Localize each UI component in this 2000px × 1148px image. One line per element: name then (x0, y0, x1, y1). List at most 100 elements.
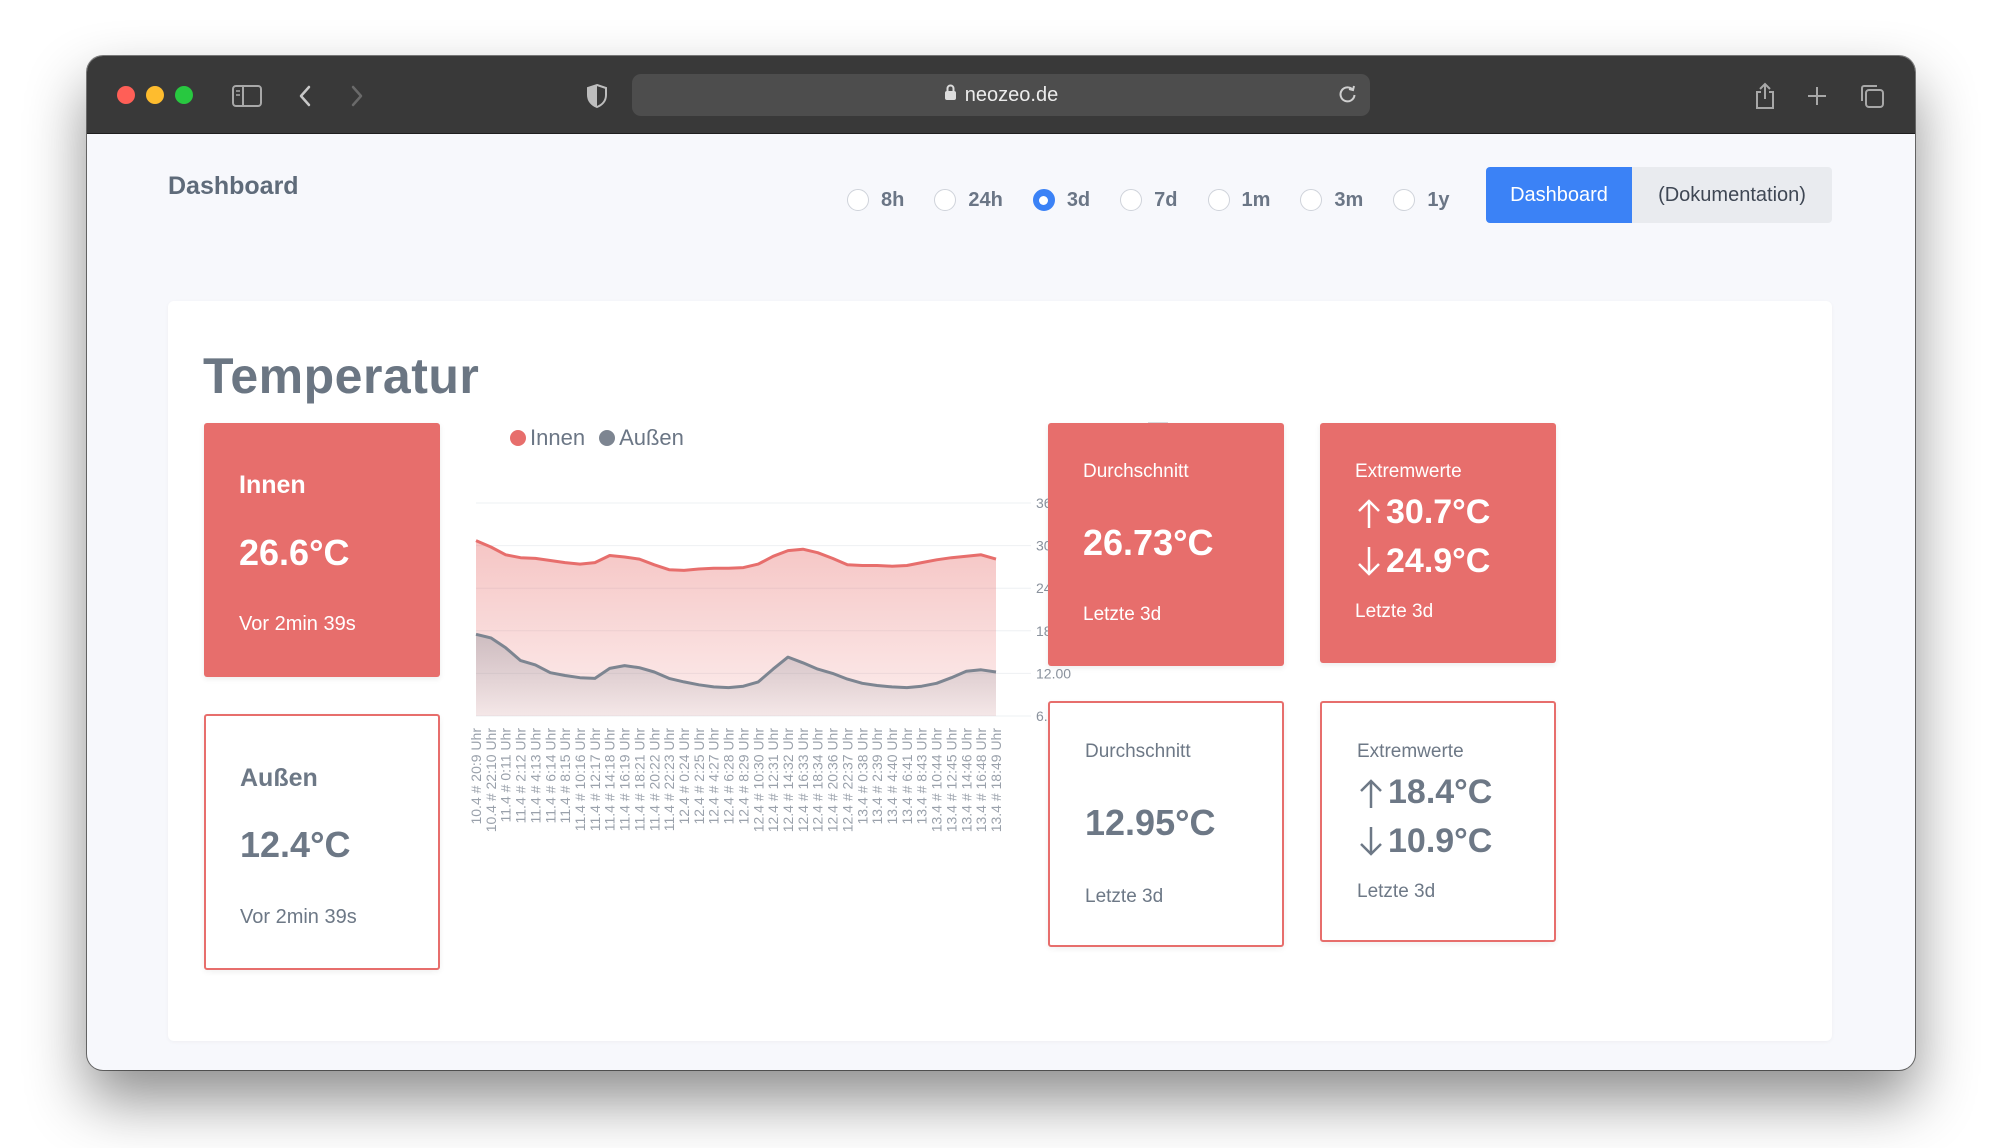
outside-extremes-label: Extremwerte (1357, 741, 1464, 762)
inside-max-value: 30.7°C (1386, 493, 1491, 531)
range-option-3m[interactable]: 3m (1300, 189, 1363, 212)
range-label: 7d (1154, 188, 1178, 211)
minimize-window-button[interactable] (146, 86, 164, 104)
x-tick-label: 11.4 # 20:22 Uhr (646, 728, 662, 832)
radio-button[interactable] (847, 189, 869, 211)
page-title: Dashboard (168, 172, 299, 200)
share-icon[interactable] (1745, 76, 1785, 116)
range-option-3d[interactable]: 3d (1032, 188, 1091, 212)
temperature-card: Temperatur Innen 26.6°C Vor 2min 39s Auß… (168, 301, 1832, 1041)
outside-min-row: 10.9°C (1358, 822, 1492, 861)
x-tick-label: 12.4 # 16:33 Uhr (795, 728, 811, 833)
lock-icon (944, 84, 957, 107)
range-label: 3m (1334, 188, 1364, 211)
x-tick-label: 13.4 # 18:49 Uhr (988, 728, 1004, 833)
outside-extremes-period: Letzte 3d (1357, 881, 1436, 902)
range-label: 3d (1066, 188, 1091, 211)
range-label: 1y (1427, 188, 1450, 211)
inside-temp-panel: Innen 26.6°C Vor 2min 39s (204, 423, 440, 677)
range-option-1y[interactable]: 1y (1393, 188, 1450, 212)
tab-overview-icon[interactable] (1852, 76, 1892, 116)
x-tick-label: 11.4 # 18:21 Uhr (631, 728, 647, 832)
x-tick-label: 12.4 # 2:25 Uhr (691, 728, 707, 825)
close-window-button[interactable] (117, 86, 135, 104)
inside-timestamp: Vor 2min 39s (239, 613, 356, 635)
page-content: Dashboard 8h 24h 3d 7d 1m 3m 1y Dashboar… (87, 134, 1915, 1070)
x-tick-label: 13.4 # 2:39 Uhr (869, 728, 885, 825)
x-tick-label: 11.4 # 4:13 Uhr (527, 728, 543, 824)
outside-average-label: Durchschnitt (1085, 741, 1191, 762)
forward-icon[interactable] (337, 76, 377, 116)
range-label: 1m (1241, 188, 1271, 211)
arrow-down-icon (1360, 826, 1382, 856)
documentation-button[interactable]: (Dokumentation) (1632, 167, 1832, 223)
outside-average-value: 12.95°C (1085, 802, 1216, 843)
x-tick-label: 12.4 # 8:29 Uhr (735, 728, 751, 825)
back-icon[interactable] (285, 76, 325, 116)
inside-average-value: 26.73°C (1083, 522, 1214, 563)
x-tick-label: 12.4 # 12:31 Uhr (765, 728, 781, 833)
inside-extremes-period: Letzte 3d (1355, 601, 1434, 622)
range-option-24h[interactable]: 24h (934, 188, 1003, 212)
outside-average-panel: Durchschnitt 12.95°C Letzte 3d (1048, 701, 1284, 947)
radio-button[interactable] (1207, 189, 1230, 211)
radio-button[interactable] (934, 189, 957, 211)
outside-extremes-panel: Extremwerte 18.4°C 10.9°C Letzte 3d (1320, 701, 1556, 942)
x-tick-label: 11.4 # 14:18 Uhr (602, 728, 618, 832)
x-tick-label: 12.4 # 10:30 Uhr (750, 728, 766, 833)
x-tick-label: 12.4 # 20:36 Uhr (825, 728, 841, 833)
x-tick-label: 13.4 # 6:41 Uhr (899, 728, 915, 825)
range-option-1m[interactable]: 1m (1207, 188, 1271, 212)
range-option-8h[interactable]: 8h (847, 189, 904, 212)
sidebar-toggle-icon[interactable] (227, 76, 267, 116)
dashboard-button[interactable]: Dashboard (1486, 167, 1632, 223)
reload-icon[interactable] (1338, 84, 1358, 110)
inside-max-row: 30.7°C (1356, 493, 1490, 532)
x-tick-label: 13.4 # 0:38 Uhr (854, 728, 870, 825)
x-tick-label: 11.4 # 22:23 Uhr (661, 728, 677, 832)
browser-window: neozeo.de Dashboard 8h 24h 3d 7d 1m 3m 1… (87, 56, 1915, 1070)
address-bar[interactable]: neozeo.de (632, 74, 1370, 116)
outside-max-value: 18.4°C (1388, 773, 1493, 811)
range-option-7d[interactable]: 7d (1120, 188, 1178, 212)
inside-min-value: 24.9°C (1386, 542, 1491, 580)
outside-max-row: 18.4°C (1358, 773, 1492, 812)
radio-button[interactable] (1393, 189, 1416, 211)
x-tick-label: 13.4 # 8:43 Uhr (914, 728, 930, 825)
outside-value: 12.4°C (240, 824, 351, 865)
x-tick-label: 10.4 # 22:10 Uhr (483, 728, 499, 833)
page-nav: Dashboard (Dokumentation) (1486, 167, 1832, 223)
range-label: 8h (881, 188, 905, 211)
x-tick-label: 10.4 # 20:9 Uhr (468, 728, 484, 825)
arrow-up-icon (1358, 498, 1380, 528)
browser-titlebar: neozeo.de (87, 56, 1915, 134)
x-tick-label: 13.4 # 16:48 Uhr (973, 728, 989, 833)
radio-button-selected[interactable] (1032, 189, 1055, 211)
time-range-selector: 8h 24h 3d 7d 1m 3m 1y (847, 185, 1480, 215)
x-tick-label: 12.4 # 18:34 Uhr (810, 728, 826, 833)
x-tick-label: 11.4 # 2:12 Uhr (513, 728, 529, 824)
x-tick-label: 13.4 # 12:45 Uhr (943, 728, 959, 833)
x-tick-label: 13.4 # 10:44 Uhr (929, 728, 945, 833)
new-tab-icon[interactable] (1797, 76, 1837, 116)
x-tick-label: 12.4 # 14:32 Uhr (780, 728, 796, 833)
inside-min-row: 24.9°C (1356, 542, 1490, 581)
zoom-window-button[interactable] (175, 86, 193, 104)
privacy-shield-icon[interactable] (577, 76, 617, 116)
inside-extremes-panel: Extremwerte 30.7°C 24.9°C Letzte 3d (1320, 423, 1556, 663)
inside-average-panel: Durchschnitt 26.73°C Letzte 3d (1048, 423, 1284, 666)
url-text: neozeo.de (964, 83, 1059, 106)
inside-value: 26.6°C (239, 532, 350, 573)
x-tick-label: 11.4 # 6:14 Uhr (542, 728, 558, 824)
y-tick-label: 12.00 (1036, 665, 1071, 681)
radio-button[interactable] (1300, 189, 1323, 211)
range-label: 24h (968, 188, 1003, 211)
x-tick-label: 13.4 # 14:46 Uhr (958, 728, 974, 833)
x-tick-label: 11.4 # 8:15 Uhr (557, 728, 573, 824)
outside-average-period: Letzte 3d (1085, 886, 1164, 907)
inside-label: Innen (239, 471, 306, 499)
x-tick-label: 12.4 # 4:27 Uhr (706, 728, 722, 825)
radio-button[interactable] (1120, 189, 1143, 211)
arrow-down-icon (1358, 546, 1380, 576)
inside-average-label: Durchschnitt (1083, 461, 1189, 482)
